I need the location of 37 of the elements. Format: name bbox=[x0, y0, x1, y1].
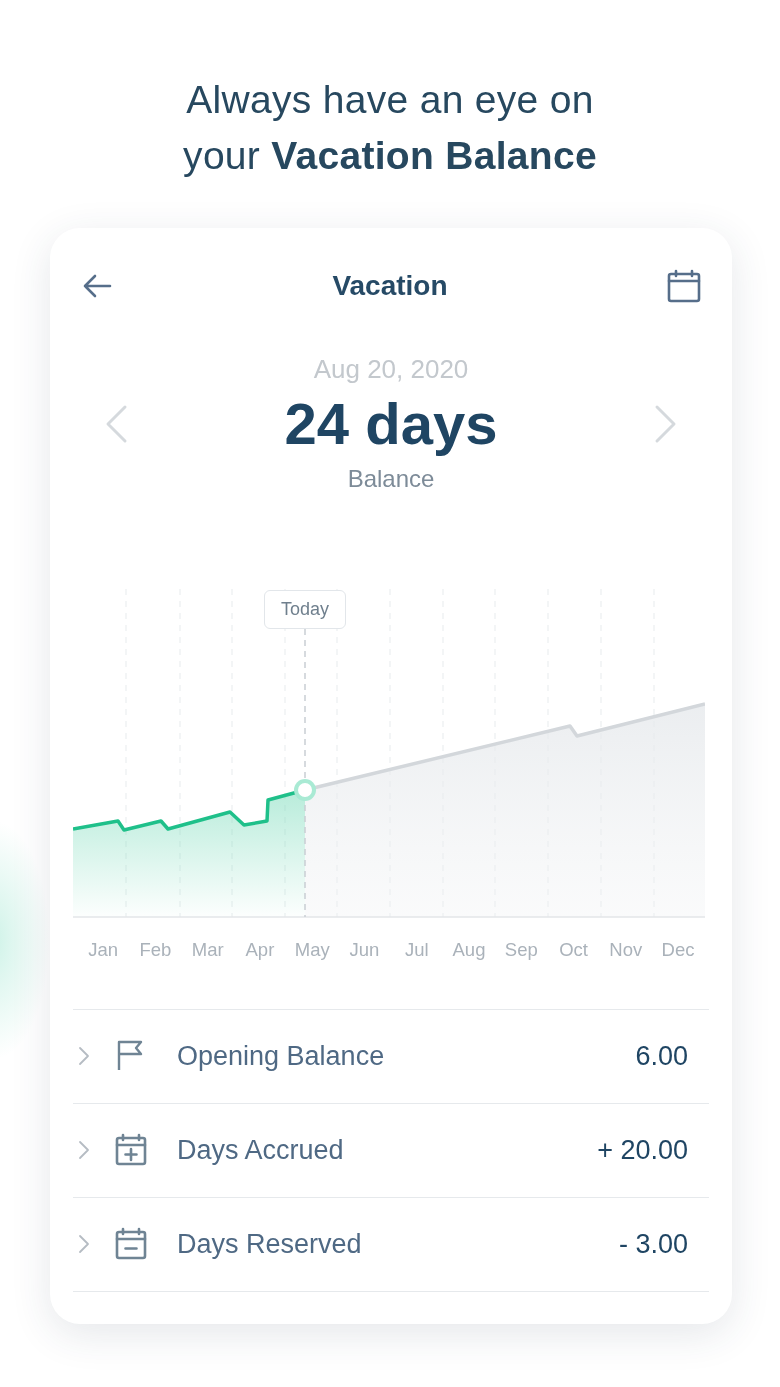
month-label: Oct bbox=[559, 938, 588, 960]
row-value: - 3.00 bbox=[618, 1227, 688, 1261]
back-arrow-icon bbox=[81, 273, 113, 299]
balance-row[interactable]: Days Reserved - 3.00 bbox=[73, 1197, 709, 1292]
headline: Always have an eye on your Vacation Balance bbox=[182, 77, 598, 179]
chevron-right-icon bbox=[77, 1045, 91, 1068]
calendar-icon bbox=[667, 269, 701, 303]
month-label: Jan bbox=[88, 938, 119, 960]
month-label: Aug bbox=[452, 938, 486, 960]
row-label: Days Reserved bbox=[177, 1227, 362, 1261]
today-marker: Today bbox=[264, 589, 346, 629]
row-value: + 20.00 bbox=[597, 1133, 688, 1167]
month-label: Feb bbox=[139, 938, 172, 960]
today-point bbox=[294, 778, 316, 801]
calendar-plus-icon bbox=[115, 1133, 147, 1168]
row-value: 6.00 bbox=[635, 1039, 688, 1073]
balance-row[interactable]: Opening Balance 6.00 bbox=[73, 1009, 709, 1104]
month-label: Sep bbox=[504, 938, 538, 960]
chevron-right-icon bbox=[77, 1233, 91, 1256]
calendar-button[interactable] bbox=[667, 269, 701, 303]
screen-title: Vacation bbox=[332, 269, 448, 303]
balance-row[interactable]: Days Accrued + 20.00 bbox=[73, 1103, 709, 1198]
balance-amount: 24 days bbox=[284, 390, 498, 458]
month-label: Dec bbox=[661, 938, 695, 960]
month-label: Mar bbox=[191, 938, 224, 960]
month-label: Jun bbox=[349, 938, 380, 960]
balance-date: Aug 20, 2020 bbox=[312, 353, 470, 386]
calendar-minus-icon bbox=[115, 1227, 147, 1262]
row-label: Days Accrued bbox=[177, 1133, 344, 1167]
chevron-right-icon bbox=[77, 1139, 91, 1162]
row-label: Opening Balance bbox=[177, 1039, 385, 1073]
month-label: Jul bbox=[404, 938, 429, 960]
back-button[interactable] bbox=[81, 273, 113, 299]
month-label: Nov bbox=[609, 938, 643, 960]
month-label: Apr bbox=[245, 938, 275, 960]
balance-caption: Balance bbox=[346, 463, 436, 494]
month-label: May bbox=[294, 938, 330, 960]
